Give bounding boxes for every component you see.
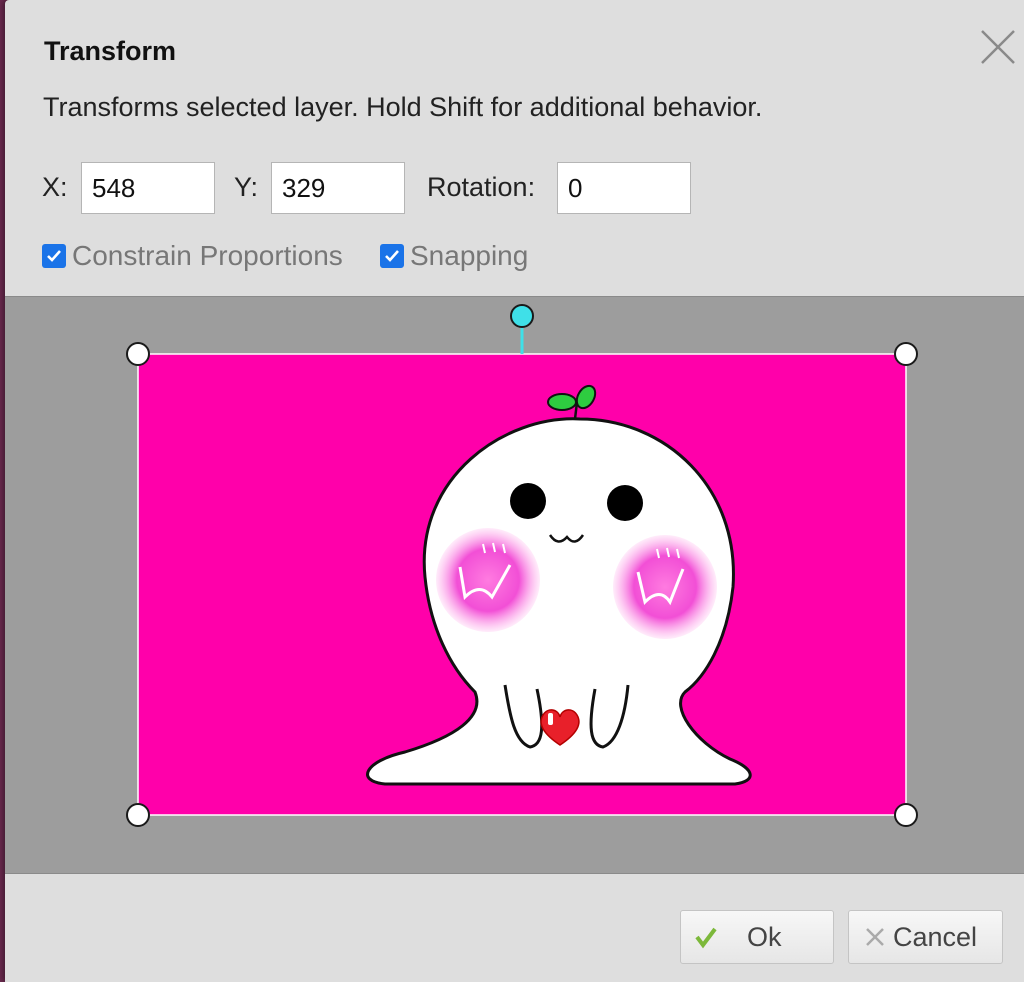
cancel-label: Cancel xyxy=(893,921,978,952)
constrain-proportions-option[interactable]: Constrain Proportions xyxy=(42,240,343,272)
x-input[interactable] xyxy=(81,162,215,214)
snapping-label: Snapping xyxy=(410,240,529,271)
transform-preview[interactable] xyxy=(5,296,1024,874)
cancel-button[interactable]: Cancel xyxy=(848,910,1003,964)
close-button[interactable] xyxy=(979,28,1017,66)
transform-dialog: Transform Transforms selected layer. Hol… xyxy=(5,0,1024,982)
y-label: Y: xyxy=(234,172,259,202)
close-icon xyxy=(981,30,1015,64)
constrain-proportions-label: Constrain Proportions xyxy=(72,240,343,271)
snapping-option[interactable]: Snapping xyxy=(380,240,528,272)
check-icon xyxy=(385,250,399,262)
checkmark-icon xyxy=(695,927,717,949)
dialog-title: Transform xyxy=(44,36,177,66)
layer-canvas[interactable] xyxy=(5,297,1024,873)
snapping-checkbox[interactable] xyxy=(380,244,404,268)
resize-handle-top-right[interactable] xyxy=(894,342,918,366)
dialog-description: Transforms selected layer. Hold Shift fo… xyxy=(43,92,763,122)
ok-label: Ok xyxy=(747,921,782,952)
ok-button[interactable]: Ok xyxy=(680,910,834,964)
x-label: X: xyxy=(42,172,68,202)
y-input[interactable] xyxy=(271,162,405,214)
x-icon xyxy=(866,928,884,946)
resize-handle-bottom-right[interactable] xyxy=(894,803,918,827)
constrain-proportions-checkbox[interactable] xyxy=(42,244,66,268)
rotate-handle[interactable] xyxy=(510,304,534,328)
check-icon xyxy=(47,250,61,262)
rotation-label: Rotation: xyxy=(427,172,536,202)
resize-handle-bottom-left[interactable] xyxy=(126,803,150,827)
rotation-input[interactable] xyxy=(557,162,691,214)
resize-handle-top-left[interactable] xyxy=(126,342,150,366)
